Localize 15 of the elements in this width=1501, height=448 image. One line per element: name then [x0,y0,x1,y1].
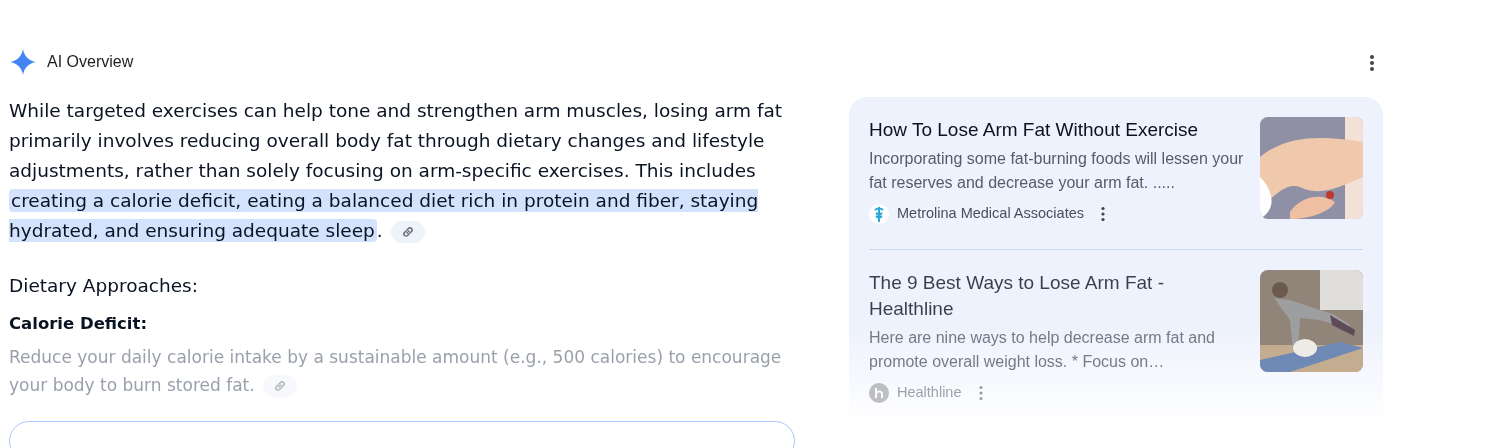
site-favicon [869,203,889,225]
site-favicon [869,381,889,404]
section-title: AI Overview [47,52,134,72]
source-title[interactable]: The 9 Best Ways to Lose Arm Fat - Healthline [869,269,1246,322]
site-name: Metrolina Medical Associates [897,204,1084,223]
source-snippet: Incorporating some fat-burning foods will lessen your fat reserves and decrease your arm fat. ..... [869,149,1245,193]
item-title: Calorie Deficit: [9,312,148,335]
source-title[interactable]: How To Lose Arm Fat Without Exercise [869,117,1246,143]
source-snippet: Here are nine ways to help decrease arm fat and promote overall weight loss. * Focus on… [869,327,1216,372]
link-icon[interactable] [390,221,425,243]
overview-paragraph: While targeted exercises can help tone and strengthen arm muscles, losing arm fat primarily involves reducing overall body fat through dietary changes and lifestyle adjustments, rather than solely focusing on arm-specific exercises. This includes creating a calorie deficit, eating a balanced diet rich in protein and fiber, staying hydrated, and ensuring adequate sleep. [9,99,784,245]
site-name: Healthline [897,382,962,402]
sparkle-icon [9,48,37,76]
item-text: Reduce your daily calorie intake by a sustainable amount (e.g., 500 calories) to encourage your body to burn stored fat. [9,345,783,399]
section-heading: Dietary Approaches: [9,274,199,298]
